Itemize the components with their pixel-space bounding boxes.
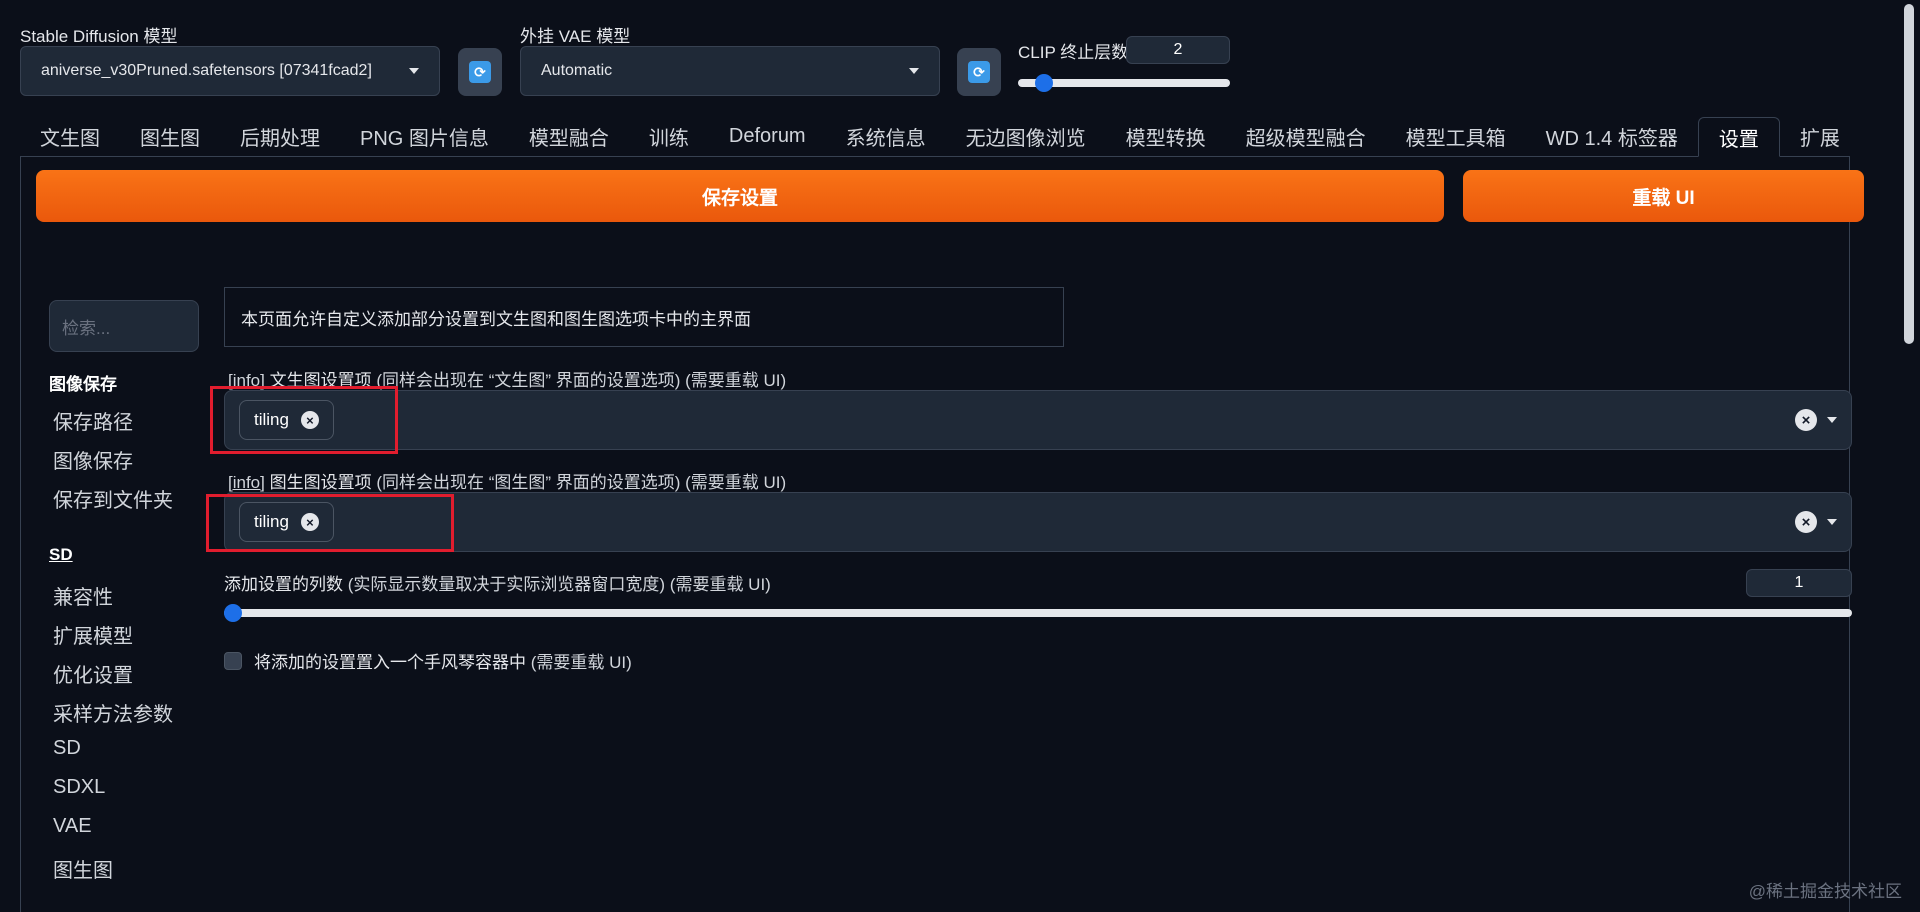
columns-slider[interactable] bbox=[224, 604, 1852, 622]
reload-ui-button[interactable]: 重载 UI bbox=[1463, 170, 1864, 222]
settings-search-input[interactable]: 检索... bbox=[49, 300, 199, 352]
save-settings-button[interactable]: 保存设置 bbox=[36, 170, 1444, 222]
page-scrollbar[interactable] bbox=[1898, 0, 1920, 912]
sidebar-heading[interactable]: SD bbox=[49, 545, 73, 565]
tab-9[interactable]: 模型转换 bbox=[1106, 116, 1226, 156]
clear-all-icon[interactable]: × bbox=[1795, 409, 1817, 431]
chevron-down-icon[interactable] bbox=[1827, 417, 1837, 423]
tab-8[interactable]: 无边图像浏览 bbox=[946, 116, 1106, 156]
vae-value: Automatic bbox=[541, 62, 613, 79]
sidebar-item[interactable]: 采样方法参数 bbox=[53, 698, 173, 727]
sidebar-item[interactable]: 兼容性 bbox=[53, 581, 113, 610]
sidebar-item[interactable]: SD bbox=[53, 737, 81, 760]
refresh-icon: ⟳ bbox=[968, 61, 990, 83]
sidebar-heading[interactable]: 图像保存 bbox=[49, 370, 117, 395]
txt2img-settings-multiselect[interactable]: tiling × × bbox=[224, 390, 1852, 450]
tab-7[interactable]: 系统信息 bbox=[826, 116, 946, 156]
sd-model-label: Stable Diffusion 模型 bbox=[20, 27, 178, 46]
sidebar-item[interactable]: 保存到文件夹 bbox=[53, 484, 173, 513]
accordion-option[interactable]: 将添加的设置置入一个手风琴容器中 (需要重载 UI) bbox=[224, 648, 632, 673]
vae-label: 外挂 VAE 模型 bbox=[520, 27, 631, 46]
refresh-sd-model-button[interactable]: ⟳ bbox=[458, 48, 502, 96]
highlight-box bbox=[206, 494, 454, 552]
watermark: @稀土掘金技术社区 bbox=[1748, 882, 1902, 901]
main-tabs: 文生图 图生图 后期处理 PNG 图片信息 模型融合 训练 Deforum 系统信息 无边图像浏… bbox=[20, 117, 1850, 157]
tab-13[interactable]: 设置 bbox=[1697, 117, 1780, 157]
sidebar-item[interactable]: 优化设置 bbox=[53, 659, 133, 688]
tab-4[interactable]: 模型融合 bbox=[509, 116, 629, 156]
clear-all-icon[interactable]: × bbox=[1795, 511, 1817, 533]
scrollbar-thumb[interactable] bbox=[1904, 4, 1914, 344]
clip-skip-label: CLIP 终止层数 bbox=[1018, 43, 1129, 62]
tab-2[interactable]: 后期处理 bbox=[220, 116, 340, 156]
tab-10[interactable]: 超级模型融合 bbox=[1226, 116, 1386, 156]
accordion-checkbox[interactable] bbox=[224, 651, 242, 670]
sidebar-item[interactable]: 图生图 bbox=[53, 854, 113, 883]
columns-label: 添加设置的列数 (实际显示数量取决于实际浏览器窗口宽度) (需要重载 UI) bbox=[224, 575, 771, 594]
tab-3[interactable]: PNG 图片信息 bbox=[340, 116, 509, 156]
tab-6[interactable]: Deforum bbox=[709, 116, 826, 156]
sd-model-dropdown[interactable]: aniverse_v30Pruned.safetensors [07341fca… bbox=[20, 46, 440, 96]
chevron-down-icon bbox=[409, 68, 419, 74]
refresh-icon: ⟳ bbox=[469, 61, 491, 83]
sidebar-item[interactable]: VAE bbox=[53, 815, 92, 838]
tab-12[interactable]: WD 1.4 标签器 bbox=[1526, 116, 1698, 156]
chevron-down-icon[interactable] bbox=[1827, 519, 1837, 525]
columns-number-input[interactable]: 1 bbox=[1746, 569, 1852, 597]
slider-thumb[interactable] bbox=[224, 604, 242, 622]
info-link[interactable]: [info] bbox=[228, 473, 265, 492]
sidebar-item[interactable]: 保存路径 bbox=[53, 406, 133, 435]
intro-text: 本页面允许自定义添加部分设置到文生图和图生图选项卡中的主界面 bbox=[224, 287, 1064, 347]
tab-14[interactable]: 扩展 bbox=[1780, 116, 1860, 156]
img2img-settings-multiselect[interactable]: tiling × × bbox=[224, 492, 1852, 552]
tab-0[interactable]: 文生图 bbox=[20, 116, 120, 156]
sd-model-value: aniverse_v30Pruned.safetensors [07341fca… bbox=[41, 62, 372, 79]
tab-11[interactable]: 模型工具箱 bbox=[1386, 116, 1526, 156]
refresh-vae-button[interactable]: ⟳ bbox=[957, 48, 1001, 96]
clip-skip-number-input[interactable]: 2 bbox=[1126, 36, 1230, 64]
img2img-settings-label: [info] 图生图设置项 (同样会出现在 “图生图” 界面的设置选项) (需要… bbox=[228, 473, 787, 492]
sidebar-item[interactable]: SDXL bbox=[53, 776, 105, 799]
vae-dropdown[interactable]: Automatic bbox=[520, 46, 940, 96]
chevron-down-icon bbox=[909, 68, 919, 74]
slider-thumb[interactable] bbox=[1034, 74, 1053, 92]
highlight-box bbox=[210, 386, 398, 454]
sidebar-item[interactable]: 扩展模型 bbox=[53, 620, 133, 649]
clip-skip-slider[interactable] bbox=[1018, 74, 1230, 92]
sidebar-item[interactable]: 图像保存 bbox=[53, 445, 133, 474]
tab-5[interactable]: 训练 bbox=[629, 116, 709, 156]
tab-1[interactable]: 图生图 bbox=[120, 116, 220, 156]
